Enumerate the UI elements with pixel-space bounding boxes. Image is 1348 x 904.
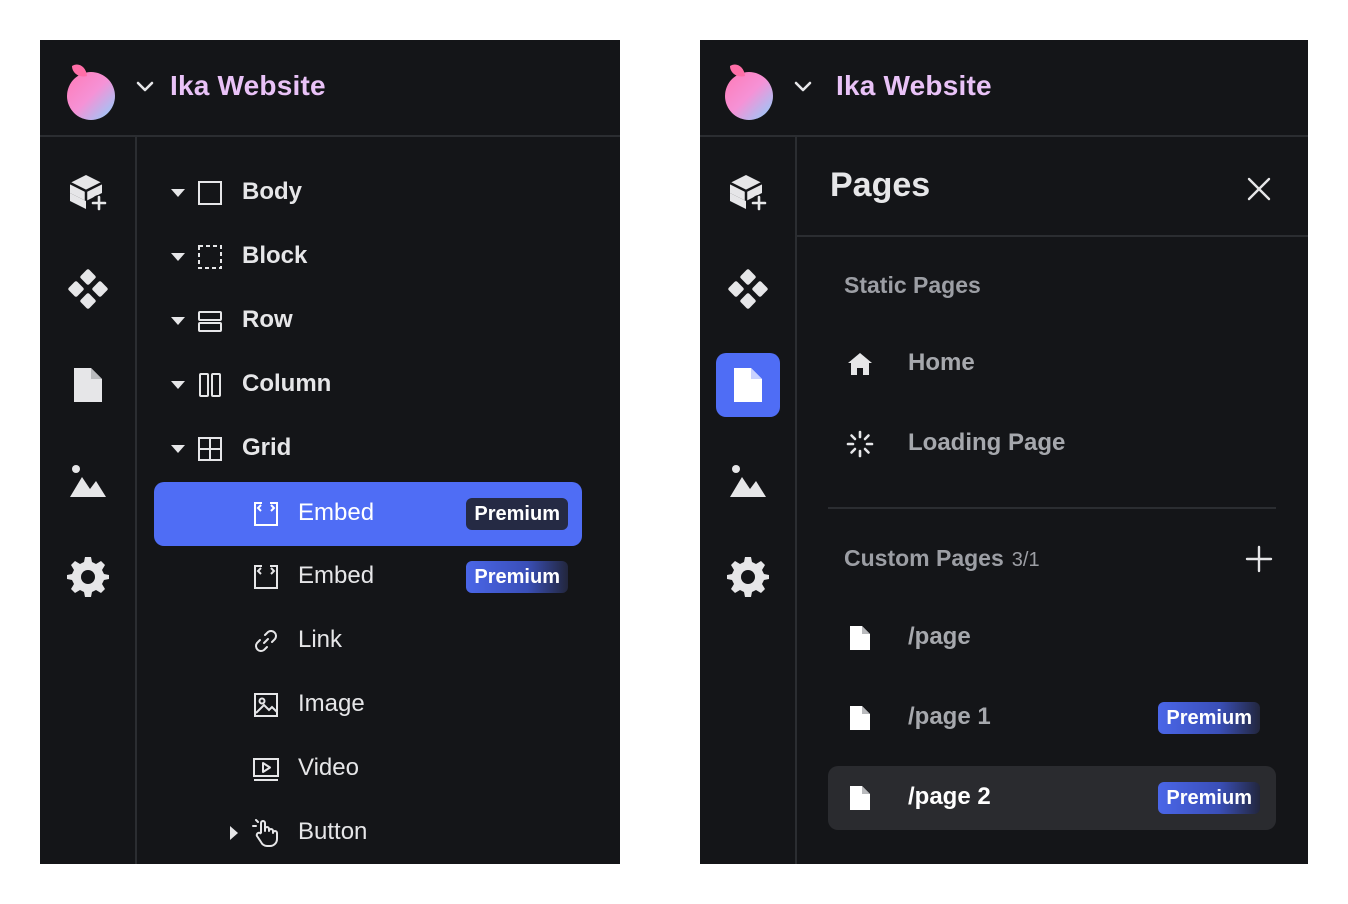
chevron-down-icon[interactable] [136,80,154,94]
rail-components-button[interactable] [716,257,780,321]
premium-badge: Premium [1158,782,1260,814]
tree-item-label: Column [242,370,332,397]
tree-item-button[interactable]: Button [154,801,582,864]
rail-components-button[interactable] [56,257,120,321]
custom-pages-label: Custom Pages 3/1 [844,545,1040,572]
rail-settings-button[interactable] [56,545,120,609]
tree-item-row[interactable]: Row [154,289,582,353]
custom-page-item-selected[interactable]: /page 2 Premium [828,766,1276,830]
page-document-icon [850,786,870,810]
rail-pages-button[interactable] [56,353,120,417]
page-label: Home [908,349,975,376]
premium-badge: Premium [1158,702,1260,734]
caret-down-icon[interactable] [170,443,186,455]
tree-item-label: Grid [242,434,292,461]
components-diamond-icon [728,269,768,309]
settings-gear-icon [727,557,769,597]
columns-icon [199,373,221,397]
dashed-square-icon [198,245,222,269]
rail-pages-button-active[interactable] [716,353,780,417]
rows-icon [198,311,222,332]
tree-item-label: Video [298,754,359,781]
side-rail [40,137,137,864]
app-title[interactable]: Ika Website [836,70,992,102]
rail-assets-button[interactable] [716,449,780,513]
image-icon [254,693,278,717]
rail-add-component-button[interactable] [56,161,120,225]
tree-item-label: Body [242,178,302,205]
tree-item-embed[interactable]: Embed Premium [154,545,582,609]
video-icon [253,758,279,781]
page-label: Loading Page [908,429,1066,456]
embed-icon [254,502,278,526]
tree-item-video[interactable]: Video [154,737,582,801]
side-rail [700,137,797,864]
embed-icon [254,565,278,589]
pages-title: Pages [830,166,931,204]
section-divider [828,507,1276,509]
custom-pages-count: 3/1 [1011,549,1040,571]
page-document-icon [74,368,102,402]
custom-page-item[interactable]: /page [828,606,1276,670]
layers-panel: Ika Website Body Block Row Column Grid E… [40,40,620,864]
custom-page-item[interactable]: /page 1 Premium [828,686,1276,750]
static-page-loading[interactable]: Loading Page [828,412,1276,476]
components-diamond-icon [68,269,108,309]
add-component-cube-icon [729,175,767,211]
custom-pages-title: Custom Pages [844,545,1004,571]
tree-item-column[interactable]: Column [154,353,582,417]
rail-add-component-button[interactable] [716,161,780,225]
page-document-icon [734,368,762,402]
grid-icon [198,437,222,461]
page-document-icon [850,706,870,730]
divider [797,235,1308,237]
static-page-home[interactable]: Home [828,332,1276,396]
tree-item-label: Image [298,690,365,717]
page-label: /page [908,623,971,650]
chevron-down-icon[interactable] [794,80,812,94]
tree-item-block[interactable]: Block [154,225,582,289]
assets-image-icon [730,465,766,497]
home-icon [848,353,872,375]
app-logo [725,64,773,120]
square-icon [198,181,222,205]
premium-badge: Premium [466,498,568,530]
tree-item-grid[interactable]: Grid [154,417,582,481]
tree-item-image[interactable]: Image [154,673,582,737]
pages-panel: Ika Website Pages Static Pages Home Load… [700,40,1308,864]
static-pages-label: Static Pages [844,272,981,298]
assets-image-icon [70,465,106,497]
caret-right-icon[interactable] [228,825,240,841]
rail-settings-button[interactable] [716,545,780,609]
tree-item-label: Embed [298,562,375,589]
tree-item-label: Embed [298,499,375,526]
caret-down-icon[interactable] [170,379,186,391]
tree-item-link[interactable]: Link [154,609,582,673]
caret-down-icon[interactable] [170,315,186,327]
app-header: Ika Website [700,40,1308,137]
tree-item-body[interactable]: Body [154,161,582,225]
add-page-icon[interactable] [1244,544,1274,574]
page-document-icon [850,626,870,650]
page-label: /page 1 [908,703,991,730]
tree-item-label: Block [242,242,308,269]
loading-spinner-icon [846,430,874,458]
app-header: Ika Website [40,40,620,137]
app-title[interactable]: Ika Website [170,70,326,102]
caret-down-icon[interactable] [170,251,186,263]
app-logo [67,64,115,120]
premium-badge: Premium [466,561,568,593]
tree-item-label: Row [242,306,293,333]
caret-down-icon[interactable] [170,187,186,199]
settings-gear-icon [67,557,109,597]
link-icon [255,630,277,652]
page-label: /page 2 [908,783,991,810]
close-icon[interactable] [1244,174,1274,204]
rail-assets-button[interactable] [56,449,120,513]
tree-item-label: Link [298,626,343,653]
pointer-hand-icon [252,819,278,847]
tree-item-embed-selected[interactable]: Embed Premium [154,482,582,546]
add-component-cube-icon [69,175,107,211]
tree-item-label: Button [298,818,368,845]
